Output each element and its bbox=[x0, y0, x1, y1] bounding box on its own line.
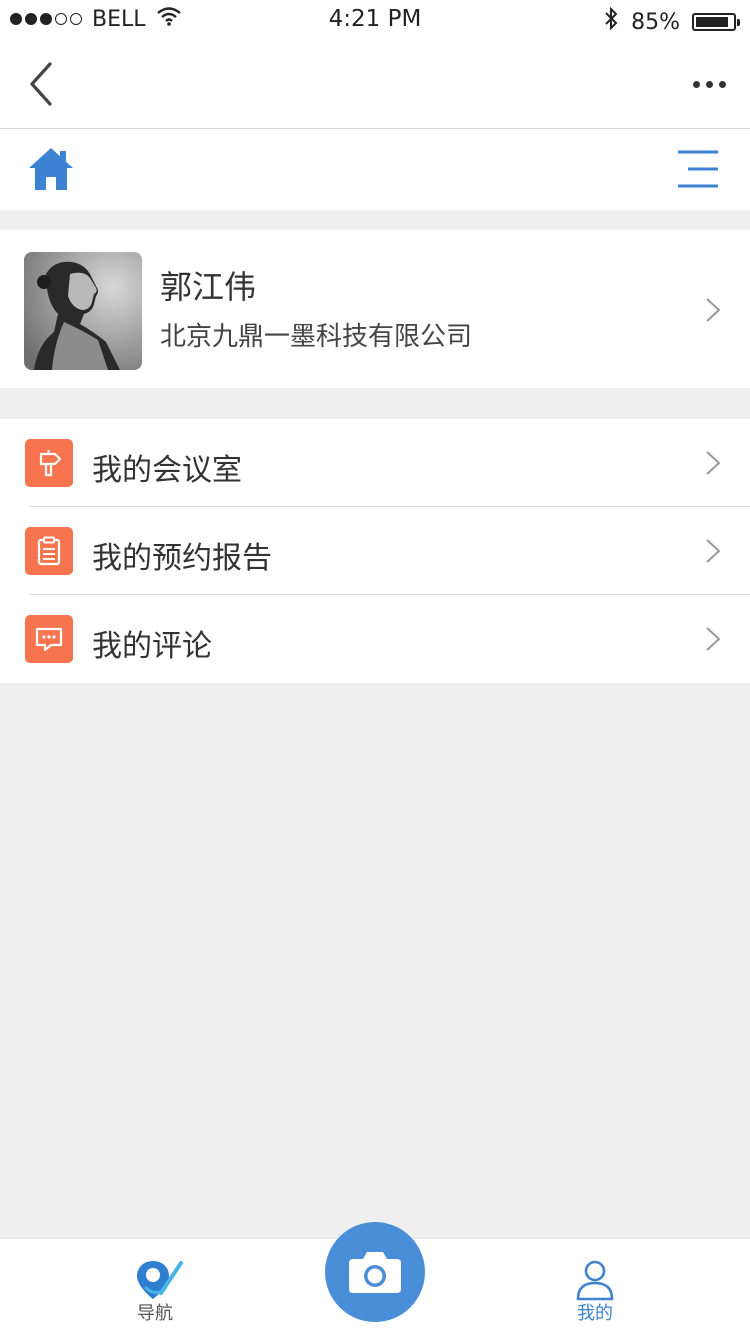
menu-list: 我的会议室 我的预约报告 我的评论 bbox=[0, 419, 750, 683]
hamburger-menu-icon bbox=[678, 150, 718, 188]
chevron-right-icon bbox=[706, 539, 721, 563]
battery-icon bbox=[692, 13, 740, 31]
location-pin-icon bbox=[137, 1261, 183, 1299]
tab-navigation[interactable]: 导航 bbox=[95, 1239, 215, 1335]
menu-item-label: 我的评论 bbox=[92, 629, 212, 664]
camera-icon bbox=[349, 1252, 401, 1293]
chevron-right-icon bbox=[706, 298, 721, 322]
avatar bbox=[24, 252, 142, 370]
toolbar bbox=[0, 129, 750, 210]
user-icon bbox=[576, 1260, 614, 1301]
navigation-bar bbox=[0, 40, 750, 129]
more-options-button[interactable] bbox=[686, 76, 726, 92]
menu-item-label: 我的会议室 bbox=[92, 453, 242, 488]
menu-item-meeting-room[interactable]: 我的会议室 bbox=[0, 419, 750, 507]
bluetooth-icon bbox=[603, 6, 619, 38]
menu-button[interactable] bbox=[676, 149, 720, 189]
back-button[interactable] bbox=[22, 60, 62, 108]
battery-percent: 85% bbox=[631, 9, 680, 35]
home-button[interactable] bbox=[26, 145, 76, 193]
menu-item-label: 我的预约报告 bbox=[92, 541, 272, 576]
profile-name: 郭江伟 bbox=[160, 268, 257, 306]
back-chevron-icon bbox=[30, 62, 52, 106]
more-dots-icon bbox=[693, 80, 700, 88]
home-icon bbox=[29, 148, 73, 190]
menu-item-appointment-report[interactable]: 我的预约报告 bbox=[0, 507, 750, 595]
tab-mine[interactable]: 我的 bbox=[535, 1239, 655, 1335]
clipboard-icon bbox=[25, 527, 73, 575]
status-right: 85% bbox=[603, 6, 740, 38]
menu-item-comments[interactable]: 我的评论 bbox=[0, 595, 750, 683]
chevron-right-icon bbox=[706, 451, 721, 475]
profile-card[interactable]: 郭江伟 北京九鼎一墨科技有限公司 bbox=[0, 230, 750, 388]
tab-navigation-label: 导航 bbox=[137, 1303, 173, 1324]
tab-mine-label: 我的 bbox=[577, 1303, 613, 1324]
profile-company: 北京九鼎一墨科技有限公司 bbox=[160, 322, 473, 352]
signpost-icon bbox=[25, 439, 73, 487]
comment-icon bbox=[25, 615, 73, 663]
status-bar: BELL 4:21 PM 85% bbox=[0, 0, 750, 40]
chevron-right-icon bbox=[706, 627, 721, 651]
camera-button[interactable] bbox=[325, 1222, 425, 1322]
